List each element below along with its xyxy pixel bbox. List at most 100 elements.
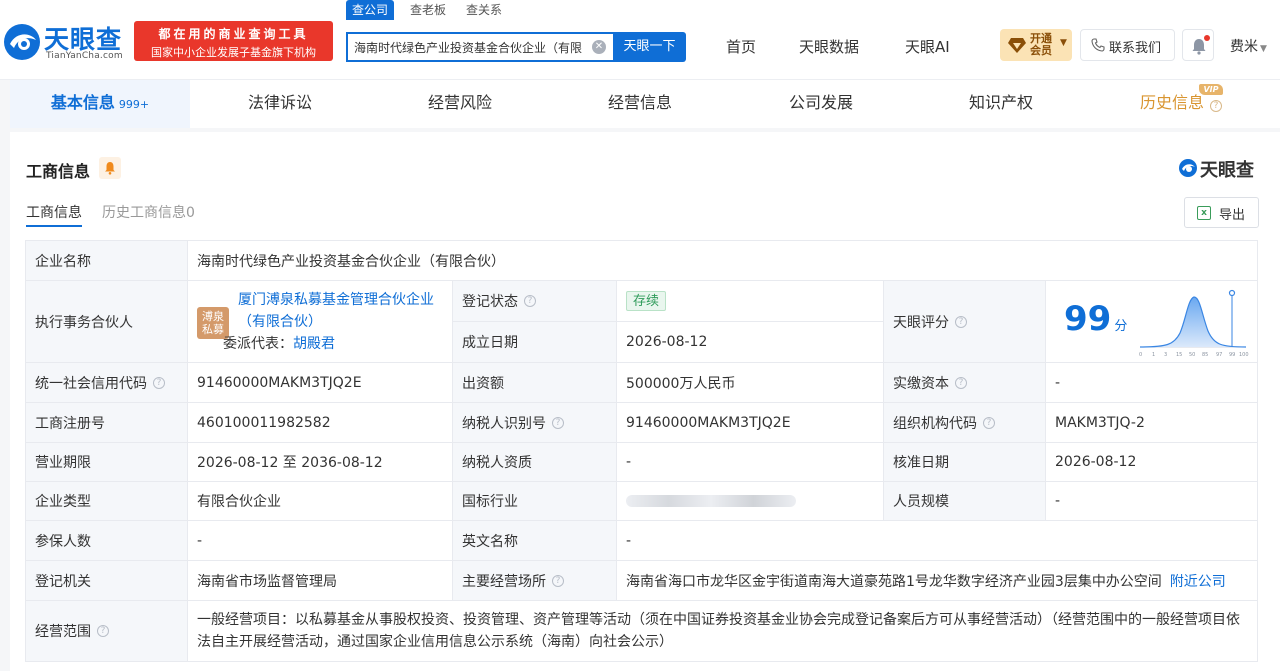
help-icon[interactable]: ? xyxy=(97,625,109,637)
clear-icon[interactable]: ✕ xyxy=(592,40,606,54)
value-term: 2026-08-12 至 2036-08-12 xyxy=(187,442,453,482)
help-icon[interactable]: ? xyxy=(552,574,564,587)
tianyancha-logo[interactable]: 天眼查 TianYanCha.com xyxy=(2,20,130,64)
label-credit-code: 统一社会信用代码? xyxy=(25,362,188,403)
axis-tick: 85 xyxy=(1202,352,1208,358)
notification-button[interactable] xyxy=(1182,29,1214,61)
label-org-code-text: 组织机构代码 xyxy=(893,415,977,432)
value-score[interactable]: 99 分 0 1 3 15 50 85 97 99 100 xyxy=(1045,280,1258,363)
help-icon[interactable]: ? xyxy=(983,416,995,429)
value-english-name: - xyxy=(616,520,1258,561)
search-tab-company[interactable]: 查公司 xyxy=(346,0,395,20)
label-capital: 出资额 xyxy=(452,362,617,403)
partner-name-link[interactable]: 厦门溥泉私募基金管理合伙企业 （有限合伙） xyxy=(238,289,434,333)
help-icon[interactable]: ? xyxy=(153,376,165,389)
export-button[interactable]: x 导出 xyxy=(1184,197,1259,228)
score-distribution-chart: 0 1 3 15 50 85 97 99 100 xyxy=(1139,289,1249,358)
monitor-button[interactable] xyxy=(99,157,121,179)
diamond-icon xyxy=(1008,38,1026,53)
help-icon[interactable]: ? xyxy=(955,376,967,389)
label-partner: 执行事务合伙人 xyxy=(25,280,188,363)
search-tab-relation[interactable]: 查关系 xyxy=(466,0,502,20)
value-approve-date: 2026-08-12 xyxy=(1045,442,1258,482)
business-info-table: 企业名称 海南时代绿色产业投资基金合伙企业（有限合伙） 执行事务合伙人 溥泉 私募… xyxy=(25,240,1259,663)
phone-icon xyxy=(1091,38,1105,52)
value-tax-qualification: - xyxy=(616,442,884,482)
search-box: ✕ xyxy=(346,32,614,62)
tab-basic-info[interactable]: 基本信息 999+ xyxy=(10,80,190,128)
nearby-companies-link[interactable]: 附近公司 xyxy=(1170,571,1226,591)
tab-basic-info-label: 基本信息 xyxy=(50,93,115,112)
help-icon[interactable]: ? xyxy=(524,295,536,307)
value-capital: 500000万人民币 xyxy=(616,362,884,403)
label-address: 主要经营场所? xyxy=(452,560,617,601)
partner-rep-label: 委派代表： xyxy=(223,336,293,352)
slogan-banner: 都在用的商业查询工具 国家中小企业发展子基金旗下机构 xyxy=(134,21,333,61)
tianyancha-eye-icon xyxy=(4,24,40,60)
tab-ip[interactable]: 知识产权 xyxy=(911,80,1091,128)
label-credit-code-text: 统一社会信用代码 xyxy=(35,375,147,392)
label-score: 天眼评分? xyxy=(883,280,1046,363)
nav-data[interactable]: 天眼数据 xyxy=(799,36,859,57)
value-partner: 溥泉 私募 厦门溥泉私募基金管理合伙企业 （有限合伙） 委派代表：胡殿君 xyxy=(187,280,453,363)
contact-button[interactable]: 联系我们 xyxy=(1080,29,1175,61)
label-scope: 经营范围? xyxy=(25,600,188,662)
blurred-value xyxy=(626,495,796,507)
help-icon[interactable]: ? xyxy=(552,416,564,429)
partner-name-line-1: 厦门溥泉私募基金管理合伙企业 xyxy=(238,292,434,308)
label-found-date: 成立日期 xyxy=(452,321,617,363)
label-authority: 登记机关 xyxy=(25,560,188,601)
value-company-type: 有限合伙企业 xyxy=(187,481,453,521)
tab-operation[interactable]: 经营信息 xyxy=(550,80,730,128)
label-reg-no: 工商注册号 xyxy=(25,402,188,443)
axis-tick: 1 xyxy=(1152,352,1155,358)
user-menu[interactable]: 费米 ▼ xyxy=(1230,36,1267,56)
address-text: 海南省海口市龙华区金宇街道南海大道豪苑路1号龙华数字经济产业园3层集中办公空间 xyxy=(626,573,1162,590)
tianyancha-eye-icon xyxy=(1179,159,1197,177)
partner-representative: 委派代表：胡殿君 xyxy=(223,333,335,353)
label-score-text: 天眼评分 xyxy=(893,314,949,331)
score-number: 99 xyxy=(1064,299,1112,339)
partner-rep-link[interactable]: 胡殿君 xyxy=(293,336,335,352)
label-tax-id: 纳税人识别号? xyxy=(452,402,617,443)
label-english-name: 英文名称 xyxy=(452,520,617,561)
value-staff-size: - xyxy=(1045,481,1258,521)
label-industry: 国标行业 xyxy=(452,481,617,521)
axis-tick: 50 xyxy=(1189,352,1195,358)
vip-label-line-2: 会员 xyxy=(1030,44,1052,57)
tab-development[interactable]: 公司发展 xyxy=(731,80,911,128)
value-reg-no: 460100011982582 xyxy=(187,402,453,443)
axis-tick: 3 xyxy=(1164,352,1167,358)
search-tab-boss[interactable]: 查老板 xyxy=(410,0,446,20)
slogan-line-1: 都在用的商业查询工具 xyxy=(158,27,309,41)
value-credit-code: 91460000MAKM3TJQ2E xyxy=(187,362,453,403)
subtab-active-indicator xyxy=(26,225,82,227)
value-found-date: 2026-08-12 xyxy=(616,321,884,363)
chart-marker-dot xyxy=(1228,289,1236,297)
label-reg-status-text: 登记状态 xyxy=(462,294,518,310)
card-title: 工商信息 xyxy=(26,162,91,181)
vip-button[interactable]: 开通 会员 ▼ xyxy=(1000,29,1072,61)
chevron-down-icon: ▼ xyxy=(1260,44,1267,54)
subtab-history-business-info[interactable]: 历史工商信息0 xyxy=(102,202,195,222)
tab-risk[interactable]: 经营风险 xyxy=(370,80,550,128)
label-scope-text: 经营范围 xyxy=(35,624,91,640)
section-tabs: 基本信息 999+ 法律诉讼 经营风险 经营信息 公司发展 知识产权 历史信息? xyxy=(10,80,1280,128)
nav-ai[interactable]: 天眼AI xyxy=(905,36,950,57)
value-tax-id: 91460000MAKM3TJQ2E xyxy=(616,402,884,443)
help-icon[interactable]: ? xyxy=(955,315,967,328)
vip-tag: VIP xyxy=(1199,84,1223,95)
value-authority: 海南省市场监督管理局 xyxy=(187,560,453,601)
axis-tick: 100 xyxy=(1239,352,1249,358)
label-paid-capital-text: 实缴资本 xyxy=(893,375,949,392)
tab-history[interactable]: 历史信息? xyxy=(1091,80,1271,128)
tab-legal[interactable]: 法律诉讼 xyxy=(190,80,370,128)
search-input[interactable] xyxy=(354,34,584,60)
subtab-business-info[interactable]: 工商信息 xyxy=(26,202,82,222)
search-button[interactable]: 天眼一下 xyxy=(613,32,686,62)
value-org-code: MAKM3TJQ-2 xyxy=(1045,402,1258,443)
status-badge: 存续 xyxy=(626,291,667,311)
nav-home[interactable]: 首页 xyxy=(726,36,756,57)
axis-tick: 99 xyxy=(1229,352,1235,358)
label-insured: 参保人数 xyxy=(25,520,188,561)
